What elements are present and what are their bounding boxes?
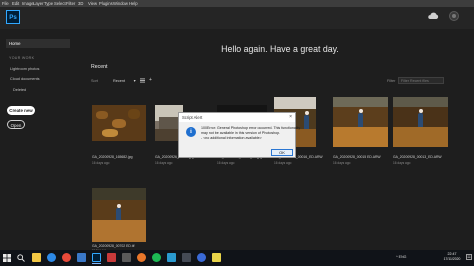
list-view-icon[interactable] [140,78,145,83]
firefox-icon[interactable] [137,253,146,262]
file-thumbnail[interactable] [92,188,146,242]
greeting-heading: Hello again. Have a great day. [221,44,339,54]
sidebar-section-label: YOUR WORK [9,56,35,60]
mail-icon[interactable] [107,253,116,262]
menu-bar: File Edit Image Layer Type Select Filter 3D View… [0,0,474,7]
menu-item-image[interactable]: Image [22,0,34,7]
terminal-icon[interactable] [182,253,191,262]
photoshop-logo: Ps [6,10,20,24]
sidebar-item-cloud-documents[interactable]: Cloud documents [10,77,40,81]
search-icon[interactable] [17,254,25,262]
store-icon[interactable] [77,253,86,262]
settings-icon[interactable] [122,253,131,262]
file-date: 16 days ago [217,161,235,165]
dialog-title: Script Alert [182,115,203,120]
dialog-message-line: - <no additional information available> [201,136,262,140]
menu-item-select[interactable]: Select [54,0,66,7]
app-header [0,7,474,29]
filter-label: Filter [387,79,396,83]
file-thumbnail[interactable] [393,97,448,147]
sidebar [0,29,76,250]
system-tray[interactable]: ^ ENG [396,255,406,259]
file-date: 16 days ago [274,161,292,165]
edge-icon[interactable] [47,253,56,262]
create-new-button[interactable]: Create new [7,106,35,115]
music-icon[interactable] [152,253,161,262]
ok-button[interactable]: OK [271,149,293,156]
menu-item-layer[interactable]: Layer [33,0,43,7]
file-date: 16 days ago [393,161,411,165]
chevron-down-icon[interactable]: ▼ [133,79,136,83]
sort-label: Sort [91,79,98,83]
open-button[interactable]: Open [7,120,25,129]
clock-time[interactable]: 22:47 [440,252,464,256]
menu-item-filter[interactable]: Filter [66,0,75,7]
cloud-icon[interactable] [427,12,439,20]
sidebar-item-deleted[interactable]: Deleted [13,88,26,92]
file-name: GA_20200928_00013_ED.ARW [393,155,442,159]
active-app-indicator [92,263,101,264]
stickies-icon[interactable] [212,253,221,262]
dialog-message-line: may not be available in this version of … [201,131,281,135]
sidebar-item-home[interactable]: Home [6,39,70,48]
file-name: GA_20200928_00015 ED.ARW [333,155,381,159]
menu-item-plugins[interactable]: Plugins [99,0,113,7]
script-alert-dialog: Script Alert × i 100Error: General Photo… [178,112,300,158]
file-thumbnail[interactable] [92,105,146,141]
file-date: 16 days ago [155,161,173,165]
file-name: GA_20200928_165682.jpg [92,155,133,159]
notification-icon[interactable] [466,254,472,261]
file-name: GA_20200928_00702 ED.tif [92,244,135,248]
file-thumbnail[interactable] [333,97,388,147]
browser-icon[interactable] [197,253,206,262]
menu-item-file[interactable]: File [2,0,9,7]
menu-item-window[interactable]: Window [113,0,128,7]
files-icon[interactable] [167,253,176,262]
dialog-message-line: 100Error: General Photoshop error occurr… [201,126,301,130]
menu-item-edit[interactable]: Edit [12,0,19,7]
menu-item-view[interactable]: View [88,0,97,7]
recent-title: Recent [91,64,108,70]
windows-start-icon[interactable] [3,254,11,262]
file-date: 16 days ago [333,161,351,165]
menu-item-help[interactable]: Help [129,0,138,7]
menu-item-type[interactable]: Type [44,0,53,7]
file-explorer-icon[interactable] [32,253,41,262]
file-date: 16 days ago [92,161,110,165]
clock-date[interactable]: 17/11/2020 [440,257,464,261]
sidebar-item-lightroom-photos[interactable]: Lightroom photos [10,67,39,71]
info-icon: i [186,127,196,137]
close-icon[interactable]: × [289,114,292,120]
photoshop-taskbar-icon[interactable] [92,253,101,262]
filter-input[interactable]: Filter Recent files [398,77,444,84]
chrome-icon[interactable] [62,253,71,262]
menu-item-3d[interactable]: 3D [78,0,83,7]
avatar-image [452,14,456,18]
sort-dropdown[interactable]: Recent [113,79,125,83]
add-icon[interactable]: + [149,77,152,83]
